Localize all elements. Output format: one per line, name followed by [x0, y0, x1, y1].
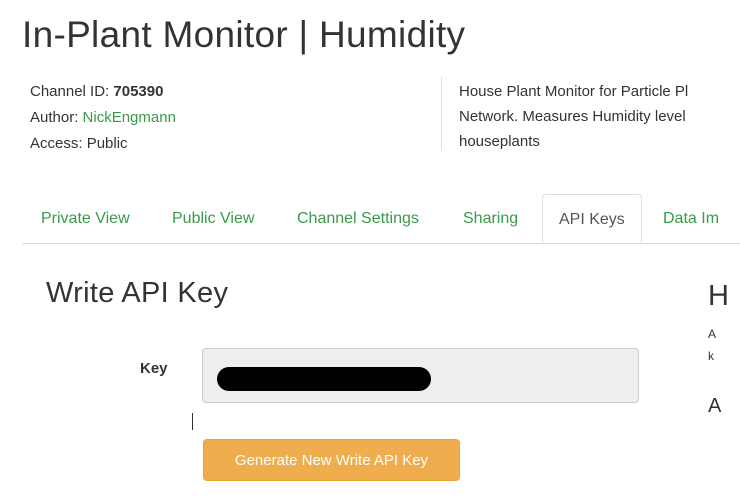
help-heading-fragment: H: [708, 280, 729, 312]
access-label: Access:: [30, 135, 83, 152]
tab-api-keys[interactable]: API Keys: [542, 194, 642, 243]
tab-channel-settings[interactable]: Channel Settings: [297, 194, 419, 243]
tab-public-view[interactable]: Public View: [172, 194, 254, 243]
redaction-mark: [217, 367, 431, 391]
help-subheading-fragment: A: [708, 395, 722, 417]
description-line: Network. Measures Humidity level: [459, 108, 686, 125]
author-label: Author:: [30, 109, 79, 126]
channel-tabs: Private View Public View Channel Setting…: [22, 194, 740, 244]
author-link[interactable]: NickEngmann: [83, 109, 176, 126]
tab-sharing[interactable]: Sharing: [463, 194, 518, 243]
access-value: Public: [86, 135, 128, 152]
write-api-key-title: Write API Key: [46, 277, 229, 309]
channel-id-value: 705390: [113, 83, 164, 100]
page-title: In-Plant Monitor | Humidity: [22, 14, 466, 55]
channel-meta: Channel ID: 705390 Author: NickEngmann A…: [30, 79, 176, 157]
description-line: House Plant Monitor for Particle Pl: [459, 83, 689, 100]
key-label: Key: [140, 360, 168, 377]
tab-private-view[interactable]: Private View: [41, 194, 130, 243]
generate-write-api-key-button[interactable]: Generate New Write API Key: [203, 439, 460, 481]
access-row: Access: Public: [30, 131, 176, 157]
meta-divider: [441, 77, 442, 151]
text-cursor: [192, 413, 193, 430]
author-row: Author: NickEngmann: [30, 105, 176, 131]
help-text-fragment: k: [708, 349, 714, 363]
channel-id-row: Channel ID: 705390: [30, 79, 176, 105]
help-text-fragment: A: [708, 327, 717, 341]
tab-data-import[interactable]: Data Im: [663, 194, 719, 243]
write-api-key-field[interactable]: [202, 348, 639, 403]
channel-description: House Plant Monitor for Particle Pl Netw…: [459, 79, 729, 154]
description-line: houseplants: [459, 133, 540, 150]
channel-id-label: Channel ID:: [30, 83, 110, 100]
